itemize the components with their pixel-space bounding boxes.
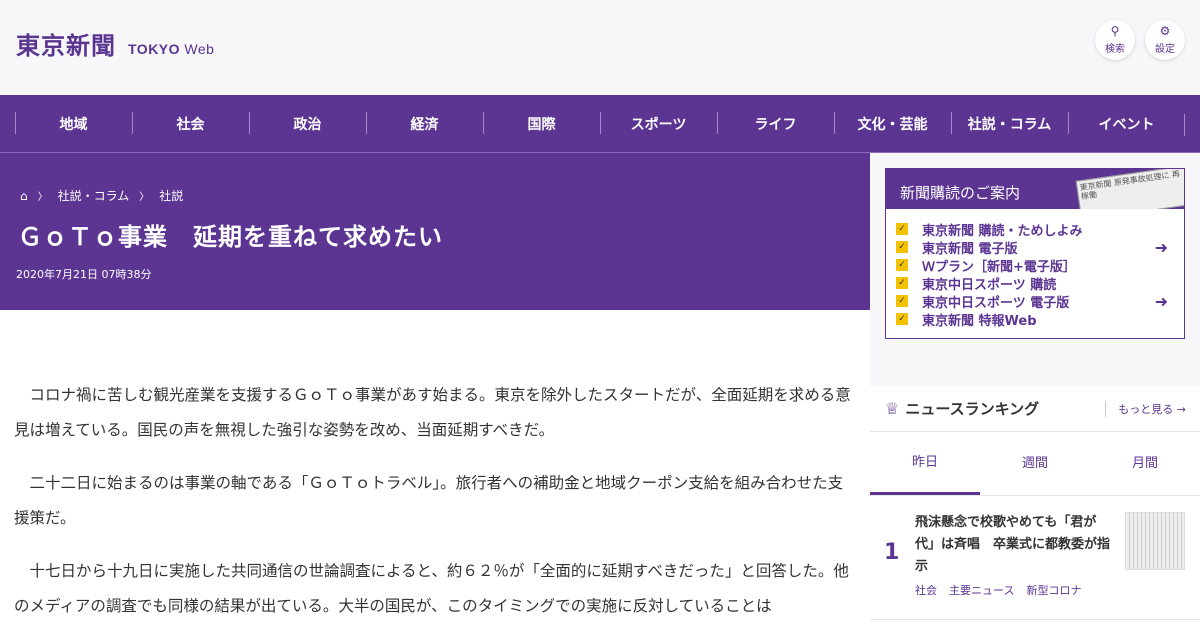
subscription-item[interactable]: ✓ 東京新聞 電子版 ➜ — [896, 238, 1184, 257]
check-icon: ✓ — [896, 241, 908, 253]
check-icon: ✓ — [896, 259, 908, 271]
gear-icon: ⚙ — [1159, 24, 1171, 38]
logo-tokyo: TOKYO — [128, 41, 181, 57]
tab-yesterday[interactable]: 昨日 — [870, 432, 980, 495]
tag-link[interactable]: 主要ニュース — [949, 582, 1014, 598]
ranking-item[interactable]: 1 飛沫懸念で校歌やめても「君が代」は斉唱 卒業式に都教委が指示 社会 主要ニュ… — [870, 510, 1200, 620]
article-body: コロナ禍に苦しむ観光産業を支援するＧｏＴｏ事業があす始まる。東京を除外したスター… — [0, 310, 870, 630]
nav-divider — [1184, 114, 1185, 136]
site-logo[interactable]: 東京新聞 TOKYO Web — [16, 26, 214, 61]
settings-button[interactable]: ⚙ 設定 — [1145, 20, 1185, 60]
article-thumbnail[interactable] — [1125, 512, 1185, 570]
breadcrumb-editorial[interactable]: 社説 — [159, 187, 183, 204]
subscription-item[interactable]: ✓ 東京中日スポーツ 電子版 ➜ — [896, 292, 1184, 311]
check-icon: ✓ — [896, 313, 908, 325]
subscription-item-label: 東京新聞 購読・ためしよみ — [922, 223, 1083, 239]
article-paragraph: 二十二日に始まるのは事業の軸である「ＧｏＴｏトラベル」。旅行者への補助金と地域ク… — [14, 474, 844, 527]
more-link[interactable]: もっと見る → — [1105, 400, 1186, 417]
newspaper-image: 東京新聞 原発事故処理に 再稼働 — [1075, 169, 1184, 209]
chevron-right-icon: 〉 — [37, 192, 48, 203]
article-paragraph: コロナ禍に苦しむ観光産業を支援するＧｏＴｏ事業があす始まる。東京を除外したスター… — [14, 386, 851, 439]
check-icon: ✓ — [896, 277, 908, 289]
nav-item-society[interactable]: 社会 — [132, 111, 249, 134]
site-header: 東京新聞 TOKYO Web ⚲ 検索 ⚙ 設定 — [0, 0, 1200, 95]
ranking-headline[interactable]: 飛沫懸念で校歌やめても「君が代」は斉唱 卒業式に都教委が指示 — [915, 512, 1115, 578]
nav-item-culture[interactable]: 文化・芸能 — [834, 111, 951, 134]
nav-item-region[interactable]: 地域 — [15, 111, 132, 134]
subscription-heading: 新聞購読のご案内 東京新聞 原発事故処理に 再稼働 — [886, 169, 1184, 209]
check-icon: ✓ — [896, 223, 908, 235]
news-ranking: ♕ ニュースランキング もっと見る → 昨日 週間 月間 1 飛沫懸念で校歌やめ… — [870, 386, 1200, 630]
subscription-heading-text: 新聞購読のご案内 — [900, 184, 1021, 202]
chevron-right-icon: 〉 — [139, 192, 150, 203]
subscription-item[interactable]: ✓ Ｗプラン［新聞+電子版］ — [896, 256, 1184, 275]
nav-item-events[interactable]: イベント — [1068, 111, 1185, 134]
ranking-tabs: 昨日 週間 月間 — [870, 432, 1200, 496]
nav-item-editorial[interactable]: 社説・コラム — [951, 111, 1068, 134]
subscription-item-label: Ｗプラン［新聞+電子版］ — [922, 259, 1076, 275]
subscription-list: ✓ 東京新聞 購読・ためしよみ ✓ 東京新聞 電子版 ➜ ✓ Ｗプラン［新聞+電子版］ … — [886, 209, 1184, 329]
login-icon[interactable]: ➜ — [1155, 292, 1168, 311]
login-icon[interactable]: ➜ — [1155, 238, 1168, 257]
article-paragraph: 十七日から十九日に実施した共同通信の世論調査によると、約６２％が「全面的に延期す… — [14, 562, 849, 615]
logo-web: Web — [184, 41, 215, 57]
logo-english: TOKYO Web — [128, 41, 214, 57]
settings-label: 設定 — [1155, 44, 1175, 55]
sidebar: 新聞購読のご案内 東京新聞 原発事故処理に 再稼働 ✓ 東京新聞 購読・ためしよみ… — [870, 153, 1200, 630]
check-icon: ✓ — [896, 295, 908, 307]
subscription-item-label: 東京中日スポーツ 電子版 — [922, 295, 1070, 311]
tag-link[interactable]: 新型コロナ — [1026, 582, 1081, 598]
ranking-number: 1 — [884, 540, 900, 565]
home-icon[interactable]: ⌂ — [20, 189, 28, 203]
subscription-item-label: 東京中日スポーツ 購読 — [922, 277, 1057, 293]
main-nav: 地域 社会 政治 経済 国際 スポーツ ライフ 文化・芸能 社説・コラム イベン… — [0, 95, 1200, 153]
tab-monthly[interactable]: 月間 — [1090, 432, 1200, 495]
nav-item-life[interactable]: ライフ — [717, 111, 834, 134]
article-title: ＧｏＴｏ事業 延期を重ねて求めたい — [18, 223, 443, 251]
search-icon: ⚲ — [1110, 24, 1120, 38]
nav-item-economy[interactable]: 経済 — [366, 111, 483, 134]
crown-icon: ♕ — [885, 399, 900, 418]
subscription-item-label: 東京新聞 特報Web — [922, 313, 1037, 329]
ranking-header: ♕ ニュースランキング もっと見る → — [870, 386, 1200, 432]
logo-japanese: 東京新聞 — [16, 31, 116, 60]
nav-item-politics[interactable]: 政治 — [249, 111, 366, 134]
subscription-item[interactable]: ✓ 東京中日スポーツ 購読 — [896, 274, 1184, 293]
ranking-tags: 社会 主要ニュース 新型コロナ — [915, 582, 1081, 598]
article-date: 2020年7月21日 07時38分 — [16, 268, 152, 281]
nav-item-international[interactable]: 国際 — [483, 111, 600, 134]
ranking-title: ニュースランキング — [905, 400, 1040, 418]
subscription-box: 新聞購読のご案内 東京新聞 原発事故処理に 再稼働 ✓ 東京新聞 購読・ためしよみ… — [885, 168, 1185, 339]
subscription-item[interactable]: ✓ 東京新聞 特報Web — [896, 310, 1184, 329]
subscription-item[interactable]: ✓ 東京新聞 購読・ためしよみ — [896, 220, 1184, 239]
more-link-label: もっと見る — [1118, 402, 1174, 416]
article-header: ⌂ 〉 社説・コラム 〉 社説 ＧｏＴｏ事業 延期を重ねて求めたい 2020年7… — [0, 153, 870, 310]
breadcrumb-editorial-column[interactable]: 社説・コラム — [58, 187, 130, 204]
nav-item-sports[interactable]: スポーツ — [600, 111, 717, 134]
search-label: 検索 — [1105, 44, 1125, 55]
tag-link[interactable]: 社会 — [915, 582, 937, 598]
search-button[interactable]: ⚲ 検索 — [1095, 20, 1135, 60]
tab-weekly[interactable]: 週間 — [980, 432, 1090, 495]
arrow-right-icon: → — [1176, 402, 1186, 416]
subscription-item-label: 東京新聞 電子版 — [922, 241, 1018, 257]
breadcrumb: ⌂ 〉 社説・コラム 〉 社説 — [20, 187, 183, 204]
